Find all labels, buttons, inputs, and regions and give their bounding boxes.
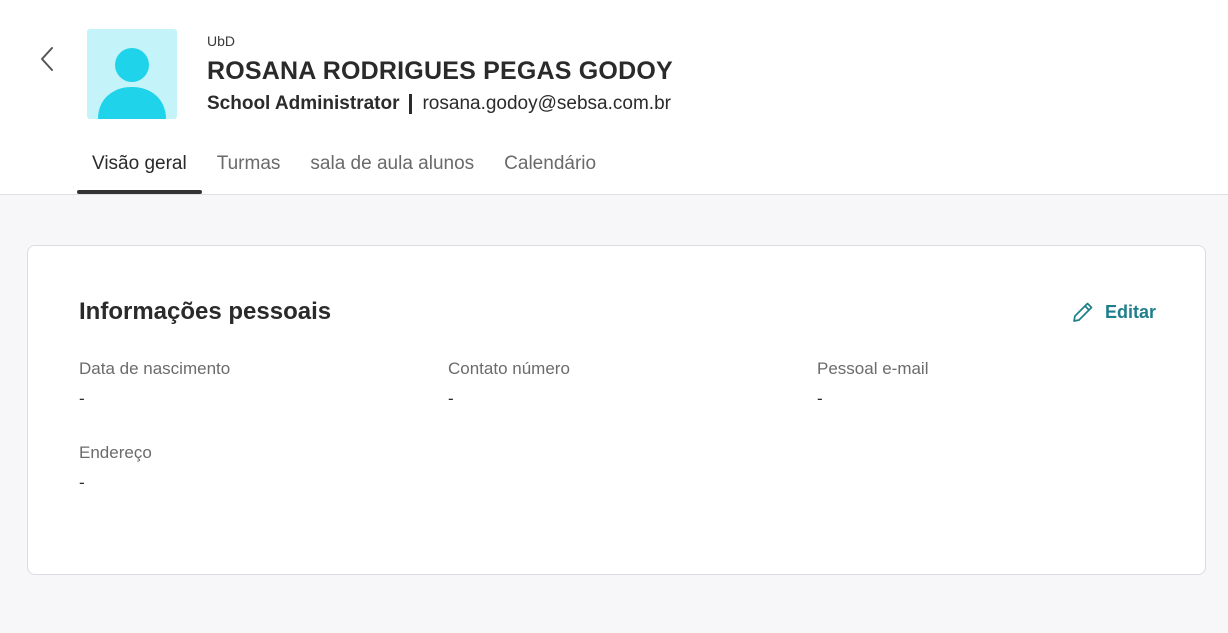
- field-value: -: [448, 389, 454, 408]
- pencil-icon: [1073, 302, 1093, 322]
- tab-calendario[interactable]: Calendário: [489, 150, 611, 195]
- profile-tabs: Visão geral Turmas sala de aula alunos C…: [77, 150, 611, 195]
- tab-turmas[interactable]: Turmas: [202, 150, 296, 195]
- edit-label: Editar: [1104, 301, 1156, 322]
- chevron-left-icon: [41, 47, 53, 71]
- profile-header: UbD ROSANA RODRIGUES PEGAS GODOY School …: [0, 0, 1228, 195]
- field-contact-number: Contato número -: [448, 359, 570, 409]
- meta-divider: [409, 94, 413, 114]
- app-label: UbD: [207, 33, 236, 49]
- personal-info-card: Informações pessoais Editar Data de nasc…: [27, 245, 1206, 575]
- field-value: -: [817, 389, 823, 408]
- field-address: Endereço -: [79, 443, 152, 493]
- edit-button[interactable]: Editar: [1071, 300, 1156, 324]
- avatar: [87, 29, 177, 119]
- tab-visao-geral[interactable]: Visão geral: [77, 150, 202, 195]
- card-title: Informações pessoais: [79, 298, 332, 325]
- field-value: -: [79, 389, 85, 408]
- user-role: School Administrator: [207, 93, 400, 114]
- field-label: Pessoal e-mail: [817, 359, 929, 378]
- user-meta: School Administrator rosana.godoy@sebsa.…: [207, 93, 671, 115]
- field-value: -: [79, 473, 85, 492]
- user-name: ROSANA RODRIGUES PEGAS GODOY: [207, 57, 673, 85]
- field-personal-email: Pessoal e-mail -: [817, 359, 929, 409]
- field-label: Data de nascimento: [79, 359, 231, 378]
- user-silhouette-icon: [98, 48, 166, 119]
- field-birth-date: Data de nascimento -: [79, 359, 230, 409]
- field-label: Endereço: [79, 443, 152, 462]
- user-email: rosana.godoy@sebsa.com.br: [422, 93, 671, 114]
- back-button[interactable]: [32, 44, 62, 74]
- field-label: Contato número: [448, 359, 570, 378]
- tab-sala-de-aula-alunos[interactable]: sala de aula alunos: [295, 150, 489, 195]
